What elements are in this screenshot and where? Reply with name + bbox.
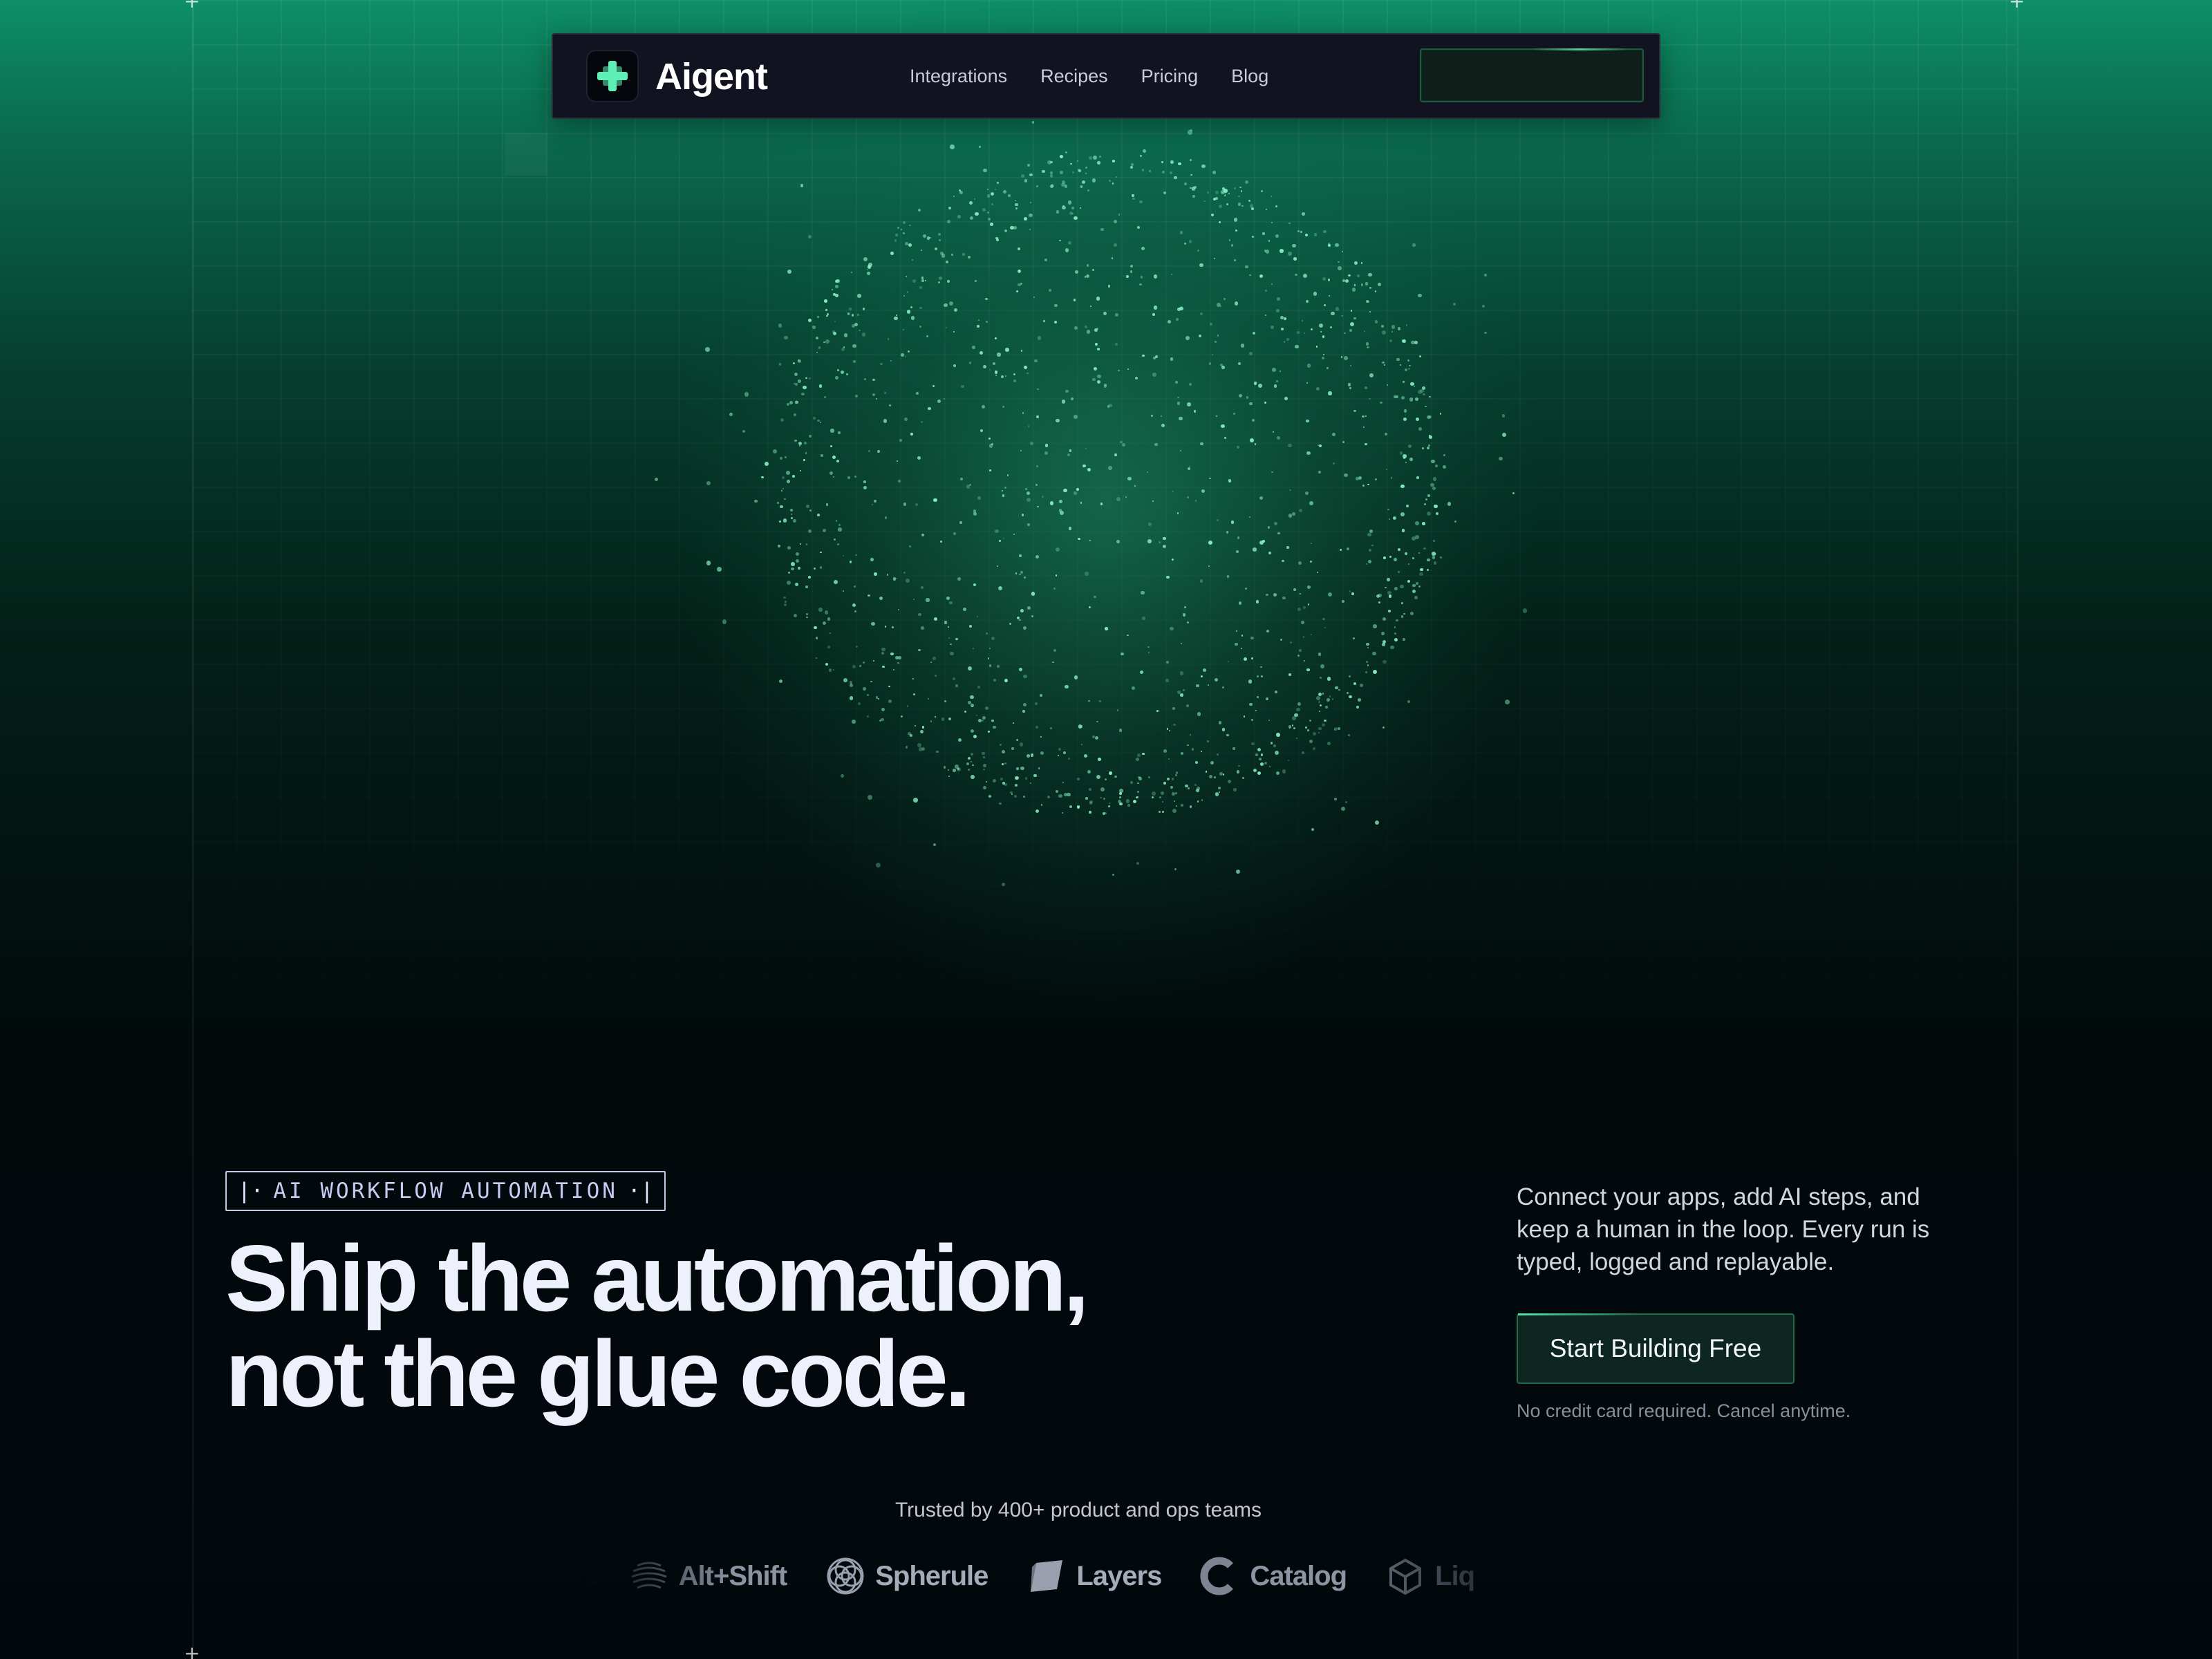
ring-sphere-icon (827, 1557, 864, 1595)
brand-name[interactable]: Aigent (655, 53, 768, 101)
logo-layers: Layers (1027, 1556, 1162, 1596)
eyebrow-label: AI WORKFLOW AUTOMATION (273, 1179, 618, 1203)
nav-link-blog[interactable]: Blog (1231, 62, 1268, 90)
button-glint (1518, 1313, 1642, 1315)
logo-liq-label: Liq (1435, 1560, 1475, 1591)
frame-line-right (2017, 0, 2018, 1659)
top-nav: Aigent Integrations Recipes Pricing Blog (552, 33, 1660, 119)
nav-cta-button[interactable] (1420, 48, 1644, 102)
bracket-right-icon: ·| (627, 1179, 654, 1203)
logo-partial: ... (581, 1563, 598, 1588)
corner-plus-bottom-left: + (184, 1642, 200, 1659)
nav-link-pricing[interactable]: Pricing (1141, 62, 1199, 90)
hero-fineprint: No credit card required. Cancel anytime. (1517, 1400, 1851, 1421)
brand-logo[interactable] (586, 50, 639, 102)
start-building-button[interactable]: Start Building Free (1517, 1313, 1794, 1384)
catalog-c-icon (1200, 1557, 1234, 1595)
nav-link-integrations[interactable]: Integrations (910, 62, 1007, 90)
start-building-label: Start Building Free (1549, 1334, 1762, 1362)
headline-line-2: not the glue code. (225, 1321, 971, 1426)
corner-plus-top-right: + (2009, 0, 2025, 12)
headline-line-1: Ship the automation, (225, 1226, 1089, 1331)
layers-icon (1031, 1560, 1063, 1592)
eyebrow-tag: |· AI WORKFLOW AUTOMATION ·| (225, 1171, 666, 1211)
corner-plus-top-left: + (184, 0, 200, 12)
logo-catalog: Catalog (1200, 1556, 1347, 1596)
logo-catalog-label: Catalog (1250, 1560, 1347, 1591)
nav-links: Integrations Recipes Pricing Blog (910, 62, 1268, 90)
bracket-left-icon: |· (238, 1179, 264, 1203)
hero-description: Connect your apps, add AI steps, and kee… (1517, 1183, 1930, 1275)
logo-spherule-label: Spherule (875, 1560, 988, 1591)
frame-line-left (192, 0, 194, 1659)
nav-link-recipes[interactable]: Recipes (1040, 62, 1108, 90)
button-glint (1532, 48, 1629, 50)
hero-headline: Ship the automation, not the glue code. (225, 1226, 1089, 1426)
grid-highlight-cell (505, 133, 547, 176)
logo-alt-shift-label: Alt+Shift (678, 1560, 788, 1591)
logo-alt-shift: Alt+Shift (629, 1556, 787, 1596)
particle-sphere-glow (747, 152, 1465, 871)
wave-sphere-icon (631, 1562, 667, 1589)
cube-icon (1389, 1558, 1422, 1595)
logo-spherule: Spherule (825, 1556, 988, 1596)
logo-liq: Liq (1385, 1556, 1475, 1596)
trusted-by-text: Trusted by 400+ product and ops teams (894, 1499, 1262, 1521)
logo-layers-label: Layers (1076, 1560, 1162, 1591)
customer-logo-strip: ... Alt+Shift Spherule Layers Catalog Li… (581, 1548, 1562, 1604)
plus-pixel-icon (597, 61, 628, 91)
hero-right-column: Connect your apps, add AI steps, and kee… (1517, 1181, 1945, 1421)
